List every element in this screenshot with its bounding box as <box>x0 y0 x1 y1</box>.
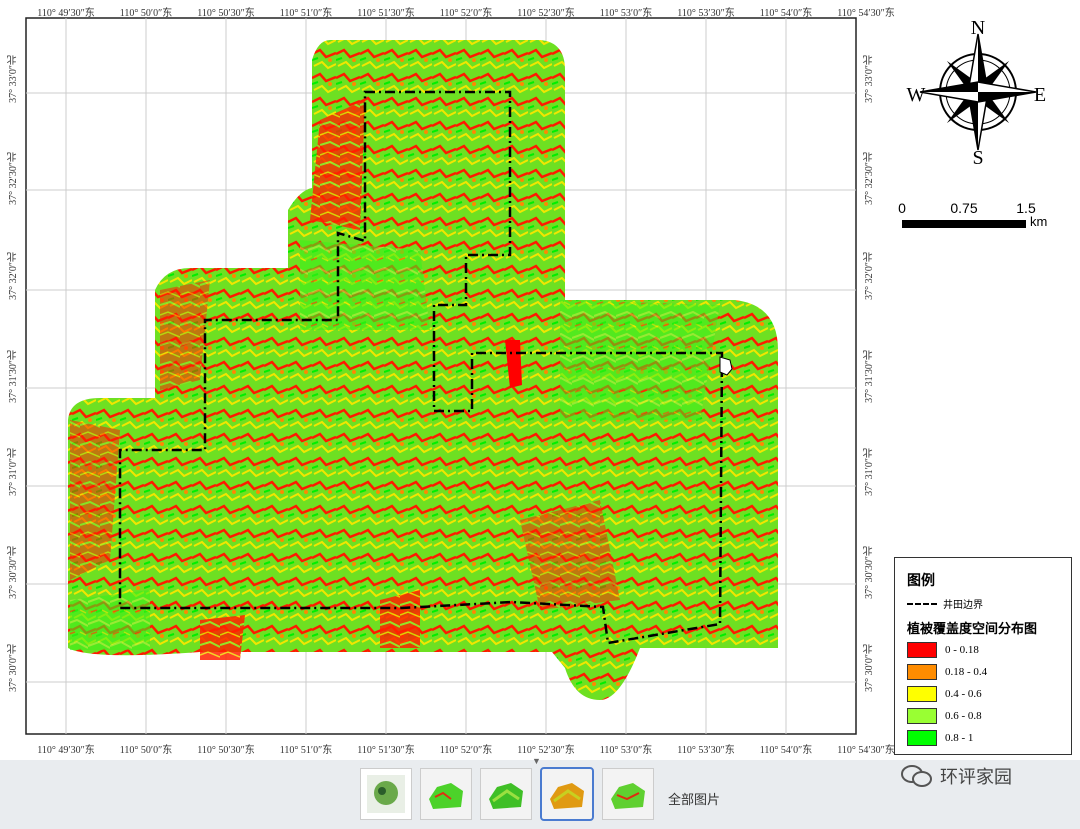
legend-class-label: 0.8 - 1 <box>945 732 974 744</box>
legend-class-row: 0 - 0.18 <box>907 642 979 658</box>
legend: 图例 井田边界 植被覆盖度空间分布图 0 - 0.18 0.18 - 0.4 0.4… <box>894 557 1072 755</box>
bottom-tick-label: 110° 51′30″东 <box>357 745 415 756</box>
top-tick-label: 110° 51′0″东 <box>279 8 333 19</box>
compass-w: W <box>907 84 926 106</box>
bottom-tick-label: 110° 52′30″东 <box>517 745 575 756</box>
watermark: 环评家园 <box>900 763 1012 789</box>
right-tick-label: 37° 30′30″北 <box>864 546 875 599</box>
top-tick-label: 110° 54′0″东 <box>759 8 813 19</box>
legend-swatch <box>907 708 937 724</box>
scale-bar-graphic <box>902 220 1026 228</box>
legend-class-row: 0.6 - 0.8 <box>907 708 982 724</box>
top-tick-label: 110° 52′0″东 <box>439 8 493 19</box>
compass-e: E <box>1034 84 1046 106</box>
legend-class-label: 0.18 - 0.4 <box>945 666 988 678</box>
left-tick-label: 37° 32′30″北 <box>8 152 19 205</box>
right-tick-label: 37° 33′0″北 <box>864 55 875 103</box>
bottom-tick-label: 110° 52′0″东 <box>439 745 493 756</box>
right-tick-label: 37° 32′30″北 <box>864 152 875 205</box>
top-tick-label: 110° 52′30″东 <box>517 8 575 19</box>
legend-swatch <box>907 664 937 680</box>
wechat-logo-icon <box>901 765 932 787</box>
north-arrow-compass: N S E W <box>907 17 1047 169</box>
right-tick-label: 37° 31′30″北 <box>864 350 875 403</box>
bottom-tick-label: 110° 53′0″东 <box>599 745 653 756</box>
left-tick-label: 37° 32′0″北 <box>8 252 19 300</box>
scale-bar: 0 0.75 1.5 km <box>898 200 1048 240</box>
thumbnail-strip <box>360 765 670 823</box>
top-tick-label: 110° 53′30″东 <box>677 8 735 19</box>
legend-swatch <box>907 686 937 702</box>
legend-class-row: 0.18 - 0.4 <box>907 664 987 680</box>
bottom-tick-label: 110° 49′30″东 <box>37 745 95 756</box>
thumbnail-5[interactable] <box>602 768 654 820</box>
boundary-label: 井田边界 <box>943 600 983 611</box>
scale-label-0: 0 <box>898 200 906 216</box>
thumbnail-4-active[interactable] <box>540 767 594 821</box>
bottom-tick-label: 110° 54′30″东 <box>837 745 895 756</box>
compass-s: S <box>972 147 983 169</box>
bottom-tick-label: 110° 51′0″东 <box>279 745 333 756</box>
thumbnail-2[interactable] <box>420 768 472 820</box>
legend-class-label: 0.6 - 0.8 <box>945 710 982 722</box>
scale-label-1: 0.75 <box>950 200 978 216</box>
left-tick-label: 37° 30′30″北 <box>8 546 19 599</box>
thumbnail-1[interactable] <box>360 768 412 820</box>
legend-class-row: 0.4 - 0.6 <box>907 686 982 702</box>
top-tick-label: 110° 50′30″东 <box>197 8 255 19</box>
all-pictures-link[interactable]: 全部图片 <box>668 789 720 808</box>
map-figure: 110° 49′30″东 110° 50′0″东 110° 50′30″东 110° … <box>0 0 1080 760</box>
legend-title: 图例 <box>907 573 935 589</box>
top-tick-label: 110° 51′30″东 <box>357 8 415 19</box>
right-tick-label: 37° 31′0″北 <box>864 448 875 496</box>
bottom-tick-label: 110° 50′0″东 <box>119 745 173 756</box>
bottom-tick-label: 110° 50′30″东 <box>197 745 255 756</box>
top-tick-label: 110° 50′0″东 <box>119 8 173 19</box>
right-tick-label: 37° 32′0″北 <box>864 252 875 300</box>
legend-class-label: 0 - 0.18 <box>945 644 979 656</box>
watermark-text: 环评家园 <box>940 767 1012 788</box>
bottom-tick-label: 110° 54′0″东 <box>759 745 813 756</box>
compass-n: N <box>971 17 985 39</box>
top-tick-label: 110° 49′30″东 <box>37 8 95 19</box>
legend-swatch <box>907 642 937 658</box>
boundary-line-swatch <box>907 602 937 605</box>
left-tick-label: 37° 30′0″北 <box>8 644 19 692</box>
legend-swatch <box>907 730 937 746</box>
bottom-tick-label: 110° 53′30″东 <box>677 745 735 756</box>
left-tick-label: 37° 31′0″北 <box>8 448 19 496</box>
right-tick-label: 37° 30′0″北 <box>864 644 875 692</box>
top-tick-label: 110° 54′30″东 <box>837 8 895 19</box>
legend-subtitle: 植被覆盖度空间分布图 <box>907 622 1038 637</box>
left-tick-label: 37° 33′0″北 <box>8 55 19 103</box>
legend-boundary-row: 井田边界 <box>907 596 983 611</box>
legend-class-row: 0.8 - 1 <box>907 730 973 746</box>
left-tick-label: 37° 31′30″北 <box>8 350 19 403</box>
top-tick-label: 110° 53′0″东 <box>599 8 653 19</box>
scale-unit: km <box>1030 214 1048 229</box>
legend-class-label: 0.4 - 0.6 <box>945 688 982 700</box>
thumbnail-3[interactable] <box>480 768 532 820</box>
